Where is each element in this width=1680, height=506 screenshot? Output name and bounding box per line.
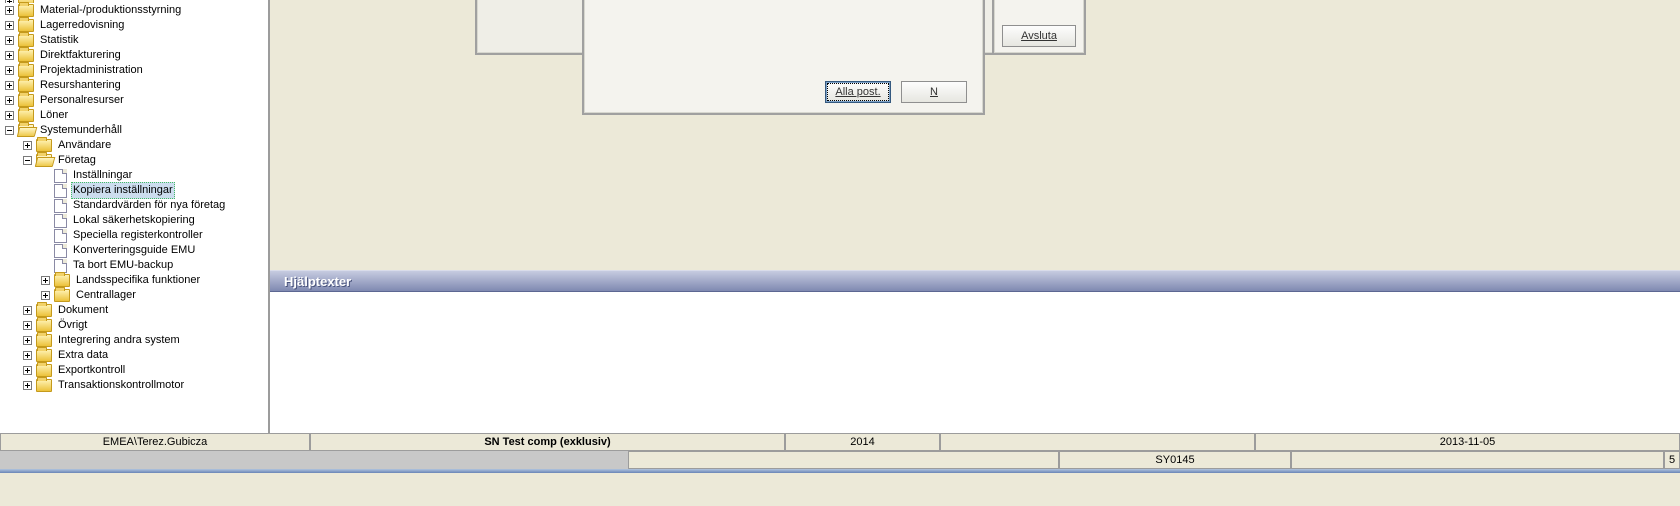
tree-folder-systemunderhall[interactable]: Systemunderhåll [38, 123, 124, 138]
tree-folder-extra-data[interactable]: Extra data [56, 348, 110, 363]
document-icon [54, 259, 67, 273]
tree-folder-dokument[interactable]: Dokument [56, 303, 110, 318]
tree-folder-lagerredovisning[interactable]: Lagerredovisning [38, 18, 126, 33]
alla-post-button[interactable]: Alla post. [825, 81, 891, 103]
statusbar-row-2: SY0145 5 [0, 451, 1680, 469]
tree-item-kopiera-inst-llningar[interactable]: Kopiera inställningar [71, 182, 175, 199]
expand-icon[interactable] [0, 18, 18, 33]
expand-icon[interactable] [0, 108, 18, 123]
bottom-accent-strip [0, 469, 1680, 473]
tree-folder-centrallager[interactable]: Centrallager [74, 288, 138, 303]
expand-icon[interactable] [0, 93, 18, 108]
expand-icon[interactable] [36, 273, 54, 288]
document-icon [54, 214, 67, 228]
status-code: SY0145 [1059, 451, 1291, 469]
tree-item-inst-llningar[interactable]: Inställningar [71, 168, 134, 183]
tree-folder-integrering-andra-system[interactable]: Integrering andra system [56, 333, 182, 348]
folder-icon [18, 19, 34, 32]
folder-icon [18, 64, 34, 77]
tree-folder-statistik[interactable]: Statistik [38, 33, 81, 48]
tree-folder--vrigt[interactable]: Övrigt [56, 318, 89, 333]
status2-empty2 [1291, 451, 1664, 469]
expand-icon[interactable] [18, 348, 36, 363]
folder-icon [36, 319, 52, 332]
status-year: 2014 [785, 433, 940, 451]
folder-icon [18, 79, 34, 92]
folder-icon [36, 379, 52, 392]
status-user: EMEA\Terez.Gubicza [0, 433, 310, 451]
tree-folder-direktfakturering[interactable]: Direktfakturering [38, 48, 123, 63]
document-icon [54, 229, 67, 243]
expand-icon[interactable] [36, 288, 54, 303]
folder-open-icon [36, 154, 52, 167]
status-company: SN Test comp (exklusiv) [310, 433, 785, 451]
status2-empty1 [628, 451, 1059, 469]
status2-gap [0, 451, 628, 469]
folder-icon [18, 109, 34, 122]
folder-icon [36, 334, 52, 347]
right-dialog-fragment: Avsluta [992, 0, 1086, 55]
expand-icon[interactable] [0, 3, 18, 18]
folder-icon [36, 139, 52, 152]
tree-item-ta-bort-emu-backup[interactable]: Ta bort EMU-backup [71, 258, 175, 273]
help-texts-header: Hjälptexter [270, 270, 1680, 292]
status-date: 2013-11-05 [1255, 433, 1680, 451]
tree-folder-projektadministration[interactable]: Projektadministration [38, 63, 145, 78]
folder-icon [18, 34, 34, 47]
n-button[interactable]: N [901, 81, 967, 103]
expand-icon[interactable] [18, 138, 36, 153]
folder-icon [18, 4, 34, 17]
statusbar-row-1: EMEA\Terez.Gubicza SN Test comp (exklusi… [0, 433, 1680, 451]
expand-icon[interactable] [0, 78, 18, 93]
folder-icon [54, 289, 70, 302]
tree-folder-anvandare[interactable]: Användare [56, 138, 113, 153]
tree-folder-l-ner[interactable]: Löner [38, 108, 70, 123]
document-icon [54, 184, 67, 198]
status-num: 5 [1664, 451, 1680, 469]
folder-open-icon [18, 124, 34, 137]
tree-item-konverteringsguide-emu[interactable]: Konverteringsguide EMU [71, 243, 197, 258]
expand-icon[interactable] [18, 318, 36, 333]
expand-icon[interactable] [18, 363, 36, 378]
tree-item-speciella-registerkontroller[interactable]: Speciella registerkontroller [71, 228, 205, 243]
folder-icon [36, 364, 52, 377]
folder-icon [18, 49, 34, 62]
tree-folder-personalresurser[interactable]: Personalresurser [38, 93, 126, 108]
document-icon [54, 169, 67, 183]
expand-icon[interactable] [0, 63, 18, 78]
inner-dialog: Alla post. N [582, 0, 985, 115]
help-texts-body [270, 292, 1680, 433]
expand-icon[interactable] [0, 48, 18, 63]
tree-item-standardv-rden-f-r-nya-f-retag[interactable]: Standardvärden för nya företag [71, 198, 227, 213]
expand-icon[interactable] [18, 333, 36, 348]
document-icon [54, 199, 67, 213]
folder-icon [54, 274, 70, 287]
main-workspace: Filnamn Alla post. N Avsluta Hjälptexter [270, 0, 1680, 433]
collapse-icon[interactable] [18, 153, 36, 168]
tree-folder-material-produktionsstyrning[interactable]: Material-/produktionsstyrning [38, 3, 183, 18]
expand-icon[interactable] [18, 303, 36, 318]
status-empty1 [940, 433, 1255, 451]
folder-icon [36, 349, 52, 362]
document-icon [54, 244, 67, 258]
tree-folder-resurshantering[interactable]: Resurshantering [38, 78, 123, 93]
tree-folder-foretag[interactable]: Företag [56, 153, 98, 168]
tree-folder-exportkontroll[interactable]: Exportkontroll [56, 363, 127, 378]
tree-item-lokal-s-kerhetskopiering[interactable]: Lokal säkerhetskopiering [71, 213, 197, 228]
folder-icon [18, 94, 34, 107]
tree-folder-transaktionskontrollmotor[interactable]: Transaktionskontrollmotor [56, 378, 186, 393]
collapse-icon[interactable] [0, 123, 18, 138]
expand-icon[interactable] [18, 378, 36, 393]
avsluta-button[interactable]: Avsluta [1002, 25, 1076, 47]
expand-icon[interactable] [0, 33, 18, 48]
navigation-tree: Material-/produktionsstyrningLagerredovi… [0, 0, 270, 433]
folder-icon [36, 304, 52, 317]
tree-folder-landsspecifika[interactable]: Landsspecifika funktioner [74, 273, 202, 288]
